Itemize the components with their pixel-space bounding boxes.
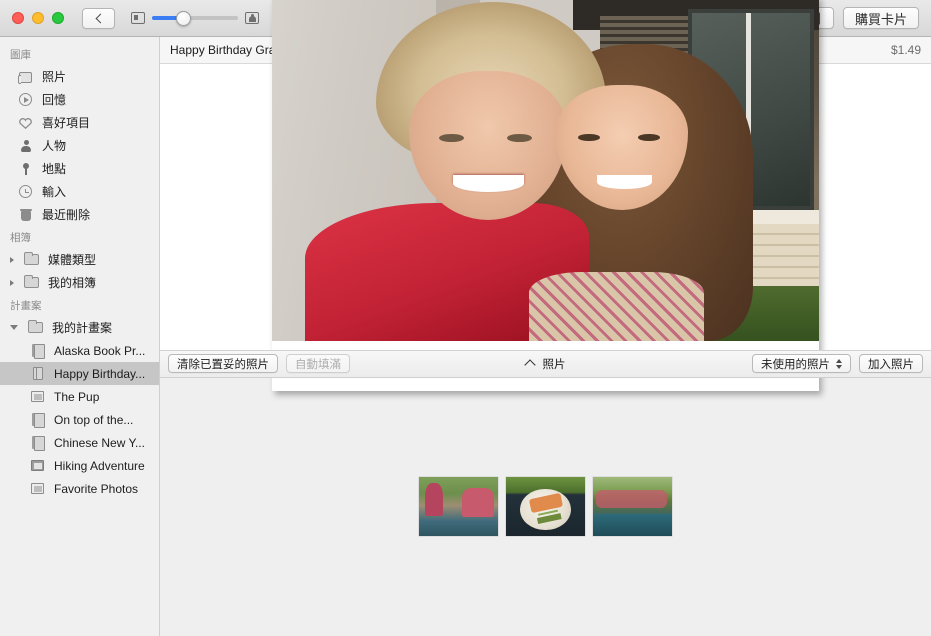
memories-icon [18,92,34,107]
sidebar-item-people[interactable]: 人物 [0,134,159,157]
pin-icon [18,161,34,176]
card-canvas: HAPPY BIRTHDAY GRANDMA [160,64,931,323]
chevron-down-icon[interactable] [10,325,18,330]
sidebar-item-memories[interactable]: 回憶 [0,88,159,111]
sidebar-item-label: 照片 [42,68,66,85]
sidebar-item-my-projects[interactable]: 我的計畫案 [0,316,159,339]
folder-icon [24,275,40,290]
sidebar-item-label: Hiking Adventure [54,459,145,473]
sidebar-item-label: The Pup [54,390,99,404]
tray-thumbnail[interactable] [593,477,672,536]
photos-icon [18,69,34,84]
sidebar-item-label: Alaska Book Pr... [54,344,145,358]
sidebar-section-library-header: 圖庫 [0,43,159,65]
book-icon [30,343,46,358]
sidebar-item-label: 最近刪除 [42,206,90,223]
sidebar-item-photos[interactable]: 照片 [0,65,159,88]
traffic-lights [0,12,64,24]
book-icon [30,435,46,450]
card-photo[interactable] [272,0,819,341]
zoom-button[interactable] [52,12,64,24]
photos-label[interactable]: 照片 [543,356,566,372]
auto-fill-button[interactable]: 自動填滿 [286,354,350,373]
person-icon [18,138,34,153]
window-body: 圖庫 照片 回憶 喜好項目 人物 地點 輸 [0,37,931,636]
minimize-button[interactable] [32,12,44,24]
price-label: $1.49 [891,43,921,57]
trash-icon [18,207,34,222]
card-stage: HAPPY BIRTHDAY GRANDMA [272,0,819,391]
buy-card-button[interactable]: 購買卡片 [843,7,919,29]
chevron-right-icon[interactable] [10,280,14,286]
photo-filter-value: 未使用的照片 [761,356,830,372]
slider-knob[interactable] [176,11,191,26]
sidebar-item-label: 回憶 [42,91,66,108]
heart-icon [18,115,34,130]
sidebar-item-label: 媒體類型 [48,251,96,268]
card-icon [30,366,46,381]
sidebar-section-albums-header: 相簿 [0,226,159,248]
sidebar-item-my-albums[interactable]: 我的相簿 [0,271,159,294]
sidebar-item-label: 我的相簿 [48,274,96,291]
tray-thumbnail[interactable] [419,477,498,536]
sidebar-item-chinese-new-year[interactable]: Chinese New Y... [0,431,159,454]
book-icon [30,412,46,427]
print-icon [30,458,46,473]
sidebar-item-imports[interactable]: 輸入 [0,180,159,203]
sidebar-item-label: On top of the... [54,413,133,427]
chevron-up-icon[interactable] [524,359,535,370]
sidebar-item-label: 喜好項目 [42,114,90,131]
add-photos-button[interactable]: 加入照片 [859,354,923,373]
clear-placed-photos-button[interactable]: 清除已置妥的照片 [168,354,278,373]
photos-project-window: 計畫案 購買卡片 圖庫 照片 回憶 喜好項目 [0,0,931,636]
sidebar-item-recently-deleted[interactable]: 最近刪除 [0,203,159,226]
folder-icon [28,320,44,335]
photo-tray [160,378,931,636]
sidebar-item-alaska-book[interactable]: Alaska Book Pr... [0,339,159,362]
sidebar-item-label: Chinese New Y... [54,436,145,450]
large-thumbnail-icon [245,12,259,24]
thumbnail-size-slider[interactable] [131,12,259,24]
sidebar-item-the-pup[interactable]: The Pup [0,385,159,408]
sidebar-item-label: Favorite Photos [54,482,138,496]
sidebar-item-favorite-photos[interactable]: Favorite Photos [0,477,159,500]
sidebar-item-media-types[interactable]: 媒體類型 [0,248,159,271]
chevron-right-icon[interactable] [10,257,14,263]
small-thumbnail-icon [131,12,145,24]
clock-icon [18,184,34,199]
slideshow-icon [30,389,46,404]
chevron-left-icon [95,13,105,23]
sidebar-item-label: 地點 [42,160,66,177]
back-button[interactable] [82,8,115,29]
sidebar: 圖庫 照片 回憶 喜好項目 人物 地點 輸 [0,37,160,636]
slider-track[interactable] [152,16,238,20]
tools-right: 未使用的照片 加入照片 [752,354,923,373]
tray-thumbnail[interactable] [506,477,585,536]
stepper-arrows-icon [836,359,842,369]
slideshow-icon [30,481,46,496]
sidebar-section-projects-header: 計畫案 [0,294,159,316]
main-content: Happy Birthday Grandma! 正面 內頁 背面 $1.49 [160,37,931,636]
photo-filter-select[interactable]: 未使用的照片 [752,354,851,373]
sidebar-item-places[interactable]: 地點 [0,157,159,180]
sidebar-item-label: 人物 [42,137,66,154]
sidebar-item-happy-birthday[interactable]: Happy Birthday... [0,362,159,385]
sidebar-item-on-top-of-the[interactable]: On top of the... [0,408,159,431]
folder-icon [24,252,40,267]
sidebar-item-label: 輸入 [42,183,66,200]
sidebar-item-favorites[interactable]: 喜好項目 [0,111,159,134]
sidebar-item-label: 我的計畫案 [52,319,112,336]
sidebar-item-hiking-adventure[interactable]: Hiking Adventure [0,454,159,477]
close-button[interactable] [12,12,24,24]
photo-tools-bar: 清除已置妥的照片 自動填滿 照片 未使用的照片 加入照片 [160,350,931,378]
sidebar-item-label: Happy Birthday... [54,367,145,381]
greeting-card[interactable]: HAPPY BIRTHDAY GRANDMA [272,0,819,391]
photo-grandmother-and-granddaughter [272,0,819,341]
